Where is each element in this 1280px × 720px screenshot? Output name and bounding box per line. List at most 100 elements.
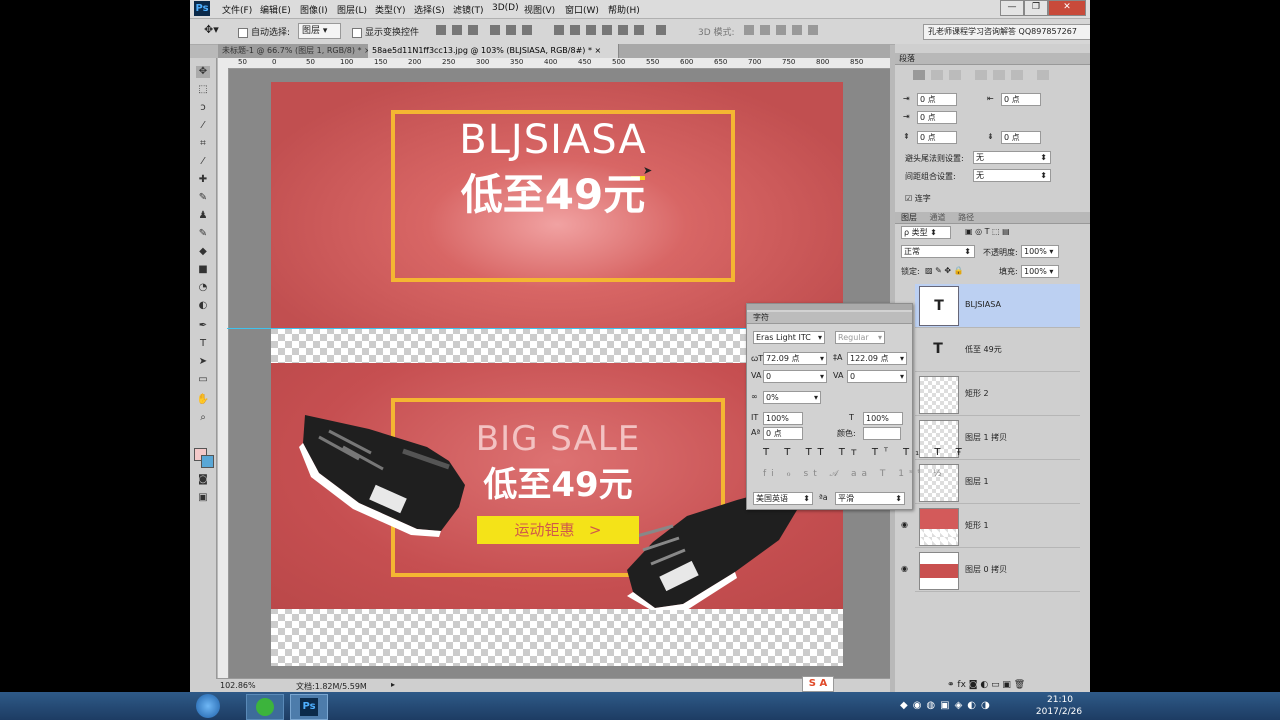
tab-jpg[interactable]: 58ae5d11N1ff3cc13.jpg @ 103% (BLJSIASA, … bbox=[368, 44, 619, 58]
eraser-tool-icon[interactable]: ◆ bbox=[196, 246, 210, 258]
banner-sale-cn[interactable]: 低至49元 bbox=[421, 463, 695, 507]
tracking-field[interactable]: 0 ▾ bbox=[847, 370, 907, 383]
menu-window[interactable]: 窗口(W) bbox=[565, 3, 599, 16]
blend-mode-dropdown[interactable]: 正常 ⬍ bbox=[901, 245, 975, 258]
eye-icon[interactable]: ◉ bbox=[901, 564, 908, 573]
baseline-field[interactable]: 0 点 bbox=[763, 427, 803, 440]
tab-untitled[interactable]: 未标题-1 @ 66.7% (图层 1, RGB/8) * × bbox=[218, 44, 371, 58]
indent-right-field[interactable]: 0 点 bbox=[1001, 93, 1041, 106]
align-hcenter-icon[interactable] bbox=[506, 25, 516, 35]
taskbar-app-photoshop[interactable]: Ps bbox=[290, 694, 328, 720]
brush-tool-icon[interactable]: ✎ bbox=[196, 192, 210, 204]
gradient-tool-icon[interactable]: ■ bbox=[196, 264, 210, 276]
status-arrow-icon[interactable]: ▸ bbox=[391, 680, 395, 689]
3d-pan-icon[interactable] bbox=[776, 25, 786, 35]
taskbar-app-browser[interactable] bbox=[246, 694, 284, 720]
banner-title-cn[interactable]: 低至49元 bbox=[411, 170, 695, 220]
justify-last-left-icon[interactable] bbox=[975, 70, 987, 80]
minimize-button[interactable]: — bbox=[1000, 0, 1024, 16]
fill-field[interactable]: 100% ▾ bbox=[1021, 265, 1059, 278]
layer-row[interactable]: 图层 1 bbox=[915, 460, 1080, 504]
justify-last-right-icon[interactable] bbox=[1011, 70, 1023, 80]
restore-button[interactable]: ❐ bbox=[1024, 0, 1048, 16]
stamp-tool-icon[interactable]: ♟ bbox=[196, 210, 210, 222]
menu-select[interactable]: 选择(S) bbox=[414, 3, 445, 16]
path-select-tool-icon[interactable]: ➤ bbox=[196, 356, 210, 368]
layer-row[interactable]: ◉ 图层 0 拷贝 bbox=[901, 548, 1080, 592]
move-tool-icon[interactable]: ✥▾ bbox=[204, 23, 219, 36]
banner-sale-en[interactable]: BIG SALE bbox=[421, 419, 695, 459]
font-size-field[interactable]: 72.09 点 ▾ bbox=[763, 352, 827, 365]
align-center-text-icon[interactable] bbox=[931, 70, 943, 80]
justify-last-center-icon[interactable] bbox=[993, 70, 1005, 80]
align-top-icon[interactable] bbox=[436, 25, 446, 35]
3d-roll-icon[interactable] bbox=[760, 25, 770, 35]
pen-tool-icon[interactable]: ✒ bbox=[196, 320, 210, 332]
auto-select-checkbox[interactable]: 自动选择: bbox=[238, 25, 290, 38]
kinsoku-dropdown[interactable]: 无 ⬍ bbox=[973, 151, 1051, 164]
menu-view[interactable]: 视图(V) bbox=[524, 3, 555, 16]
banner-title-en[interactable]: BLJSIASA bbox=[411, 118, 695, 162]
eyedropper-tool-icon[interactable]: ⁄ bbox=[196, 156, 210, 168]
align-left-text-icon[interactable] bbox=[913, 70, 925, 80]
indent-left-field[interactable]: 0 点 bbox=[917, 93, 957, 106]
align-right-icon[interactable] bbox=[522, 25, 532, 35]
3d-slide-icon[interactable] bbox=[792, 25, 802, 35]
layer-filter-dropdown[interactable]: ρ 类型 ⬍ bbox=[901, 226, 951, 239]
menu-file[interactable]: 文件(F) bbox=[222, 3, 252, 16]
screen-mode-icon[interactable]: ▣ bbox=[196, 492, 210, 504]
marquee-tool-icon[interactable]: ⬚ bbox=[196, 84, 210, 96]
space-before-field[interactable]: 0 点 bbox=[917, 131, 957, 144]
kerning-field[interactable]: 0 ▾ bbox=[763, 370, 827, 383]
tab-layers[interactable]: 图层 bbox=[895, 213, 917, 222]
quick-mask-icon[interactable]: ◙ bbox=[196, 474, 210, 486]
opentype-buttons[interactable]: fi ℴ st 𝒜 aa T 1ˢᵗ ½ bbox=[763, 469, 947, 479]
tab-channels[interactable]: 通道 bbox=[920, 213, 946, 222]
sport-deal-button[interactable]: 运动钜惠 > bbox=[477, 516, 639, 544]
3d-scale-icon[interactable] bbox=[808, 25, 818, 35]
healing-tool-icon[interactable]: ✚ bbox=[196, 174, 210, 186]
background-color-swatch[interactable] bbox=[201, 455, 214, 468]
layer-row[interactable]: 矩形 2 bbox=[915, 372, 1080, 416]
auto-align-icon[interactable] bbox=[656, 25, 666, 35]
panel-drag-bar[interactable] bbox=[747, 304, 912, 310]
opacity-field[interactable]: 100% ▾ bbox=[1021, 245, 1059, 258]
dodge-tool-icon[interactable]: ◐ bbox=[196, 300, 210, 312]
text-style-buttons[interactable]: T T TT Tт Tᵀ T₁ T Ŧ bbox=[763, 447, 968, 458]
menu-layer[interactable]: 图层(L) bbox=[337, 3, 367, 16]
zoom-readout[interactable]: 102.86% bbox=[220, 681, 256, 690]
antialias-dropdown[interactable]: 平滑 ⬍ bbox=[835, 492, 905, 505]
type-tool-icon[interactable]: T bbox=[196, 338, 210, 350]
layer-actions-icons[interactable]: ⚭ fx ◙ ◐ ▭ ▣ 🗑 bbox=[947, 680, 1025, 690]
vertical-scale-field[interactable]: 100% bbox=[763, 412, 803, 425]
history-brush-tool-icon[interactable]: ✎ bbox=[196, 228, 210, 240]
lock-icons[interactable]: ▨ ✎ ✥ 🔒 bbox=[925, 266, 964, 275]
hyphenate-checkbox[interactable]: ☑ 连字 bbox=[905, 193, 931, 204]
distribute-top-icon[interactable] bbox=[554, 25, 564, 35]
crop-tool-icon[interactable]: ⌗ bbox=[196, 138, 210, 150]
align-right-text-icon[interactable] bbox=[949, 70, 961, 80]
ime-badge-icon[interactable]: S A bbox=[802, 676, 834, 692]
tray-icons[interactable]: ◆◉◍▣◈◐◑ bbox=[900, 700, 995, 711]
language-dropdown[interactable]: 美国英语 ⬍ bbox=[753, 492, 813, 505]
font-style-dropdown[interactable]: Regular ▾ bbox=[835, 331, 885, 344]
layer-row[interactable]: T 低至 49元 bbox=[915, 328, 1080, 372]
leading-field[interactable]: 122.09 点 ▾ bbox=[847, 352, 907, 365]
move-tool-icon[interactable]: ✥ bbox=[196, 66, 210, 78]
zoom-tool-icon[interactable]: ⌕ bbox=[196, 412, 210, 424]
menu-help[interactable]: 帮助(H) bbox=[608, 3, 640, 16]
distribute-right-icon[interactable] bbox=[634, 25, 644, 35]
lasso-tool-icon[interactable]: ↄ bbox=[196, 102, 210, 114]
font-family-dropdown[interactable]: Eras Light ITC ▾ bbox=[753, 331, 825, 344]
distribute-hcenter-icon[interactable] bbox=[618, 25, 628, 35]
tab-paths[interactable]: 路径 bbox=[948, 213, 974, 222]
layer-row[interactable]: ◉ 矩形 1 bbox=[901, 504, 1080, 548]
distribute-left-icon[interactable] bbox=[602, 25, 612, 35]
align-bottom-icon[interactable] bbox=[468, 25, 478, 35]
space-after-field[interactable]: 0 点 bbox=[1001, 131, 1041, 144]
menu-type[interactable]: 类型(Y) bbox=[375, 3, 406, 16]
distribute-bottom-icon[interactable] bbox=[586, 25, 596, 35]
text-color-swatch[interactable] bbox=[863, 427, 901, 440]
distribute-vcenter-icon[interactable] bbox=[570, 25, 580, 35]
menu-edit[interactable]: 编辑(E) bbox=[260, 3, 291, 16]
